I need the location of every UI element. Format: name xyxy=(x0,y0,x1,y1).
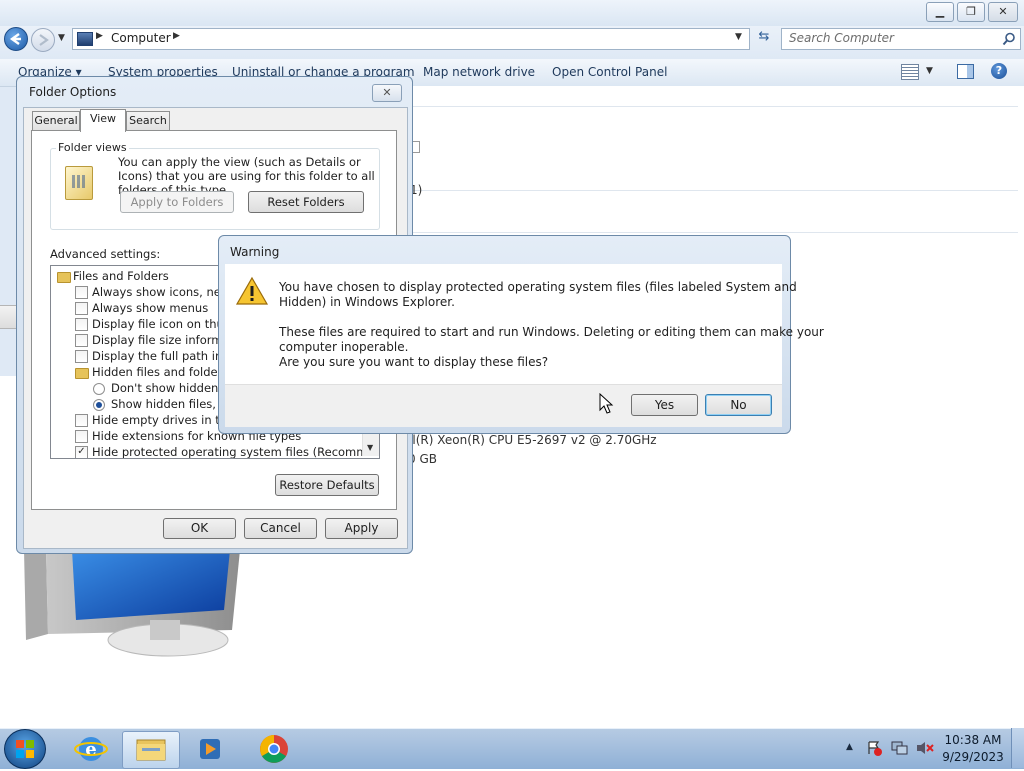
scroll-down-icon[interactable]: ▼ xyxy=(367,443,373,452)
warning-message-line: You have chosen to display protected ope… xyxy=(279,280,797,294)
warning-message-line: These files are required to start and ru… xyxy=(279,325,824,339)
checkbox-checked[interactable]: ✓ xyxy=(75,446,88,458)
clock-date[interactable]: 9/29/2023 xyxy=(938,750,1008,764)
tree-item-label: Always show menus xyxy=(92,301,209,315)
warning-message-line: computer inoperable. xyxy=(279,340,409,354)
forward-arrow-icon xyxy=(39,34,49,46)
partial-button xyxy=(0,305,17,329)
map-network-drive-button[interactable]: Map network drive xyxy=(423,65,535,79)
restore-icon: ❐ xyxy=(966,5,976,18)
action-center-icon[interactable] xyxy=(866,740,882,756)
warning-footer xyxy=(225,384,782,427)
search-placeholder: Search Computer xyxy=(789,31,894,45)
close-button[interactable]: ✕ xyxy=(988,2,1018,22)
recent-pages-dropdown[interactable]: ▼ xyxy=(58,33,65,43)
folder-icon xyxy=(75,368,89,379)
folder-views-icon xyxy=(65,166,93,200)
start-button[interactable] xyxy=(4,729,46,769)
radio-button-selected[interactable] xyxy=(93,399,105,411)
forward-button[interactable] xyxy=(31,28,55,52)
taskbar-media-player[interactable] xyxy=(182,731,238,767)
yes-button[interactable]: Yes xyxy=(631,394,698,416)
back-arrow-icon xyxy=(9,33,21,45)
clock-time[interactable]: 10:38 AM xyxy=(938,733,1008,747)
help-icon[interactable]: ? xyxy=(991,63,1007,79)
change-view-icon[interactable] xyxy=(901,64,919,80)
checkbox[interactable] xyxy=(75,350,88,363)
content-divider xyxy=(412,190,1018,191)
processor-info: el(R) Xeon(R) CPU E5-2697 v2 @ 2.70GHz xyxy=(405,433,657,447)
no-button[interactable]: No xyxy=(705,394,772,416)
volume-muted-icon[interactable] xyxy=(915,740,934,756)
minimize-icon: ▁ xyxy=(935,5,945,18)
content-divider xyxy=(412,106,1018,107)
view-options-dropdown-icon[interactable]: ▼ xyxy=(926,66,933,76)
minimize-button[interactable]: ▁ xyxy=(926,2,954,22)
chrome-icon xyxy=(260,735,288,763)
folder-options-close-button[interactable]: ✕ xyxy=(372,84,402,102)
checkbox[interactable] xyxy=(75,414,88,427)
tree-category-label: Hidden files and folders xyxy=(92,365,229,379)
apply-button[interactable]: Apply xyxy=(325,518,398,539)
close-icon: ✕ xyxy=(382,86,392,99)
windows-explorer-icon xyxy=(136,739,166,761)
reset-folders-button[interactable]: Reset Folders xyxy=(248,191,364,213)
apply-to-folders-button[interactable]: Apply to Folders xyxy=(120,191,234,213)
taskbar-chrome[interactable] xyxy=(246,731,302,767)
windows-logo-icon xyxy=(16,740,34,758)
mouse-cursor-icon xyxy=(599,393,614,414)
restore-defaults-button[interactable]: Restore Defaults xyxy=(275,474,379,496)
taskbar-internet-explorer[interactable]: e xyxy=(63,731,119,767)
tree-category-label: Files and Folders xyxy=(73,269,169,283)
explorer-title-bar xyxy=(0,0,1024,26)
address-dropdown-icon[interactable]: ▼ xyxy=(735,32,742,42)
tab-view[interactable]: View xyxy=(80,109,126,132)
warning-dialog: Warning You have chosen to display prote… xyxy=(218,235,824,434)
radio-button[interactable] xyxy=(93,383,105,395)
ok-button[interactable]: OK xyxy=(163,518,236,539)
search-box[interactable]: Search Computer xyxy=(781,28,1021,50)
tab-general[interactable]: General xyxy=(32,111,80,130)
back-button[interactable] xyxy=(4,27,28,51)
computer-graphic xyxy=(24,550,240,657)
search-icon[interactable] xyxy=(1002,32,1016,46)
breadcrumb-computer[interactable]: Computer xyxy=(111,31,171,45)
network-icon[interactable] xyxy=(891,740,908,756)
advanced-settings-label: Advanced settings: xyxy=(50,247,161,261)
warning-title: Warning xyxy=(230,245,280,259)
warning-question: Are you sure you want to display these f… xyxy=(279,355,549,369)
show-desktop-button[interactable] xyxy=(1011,728,1024,768)
internet-explorer-icon: e xyxy=(74,737,108,761)
content-divider xyxy=(412,232,1018,233)
folder-views-label: Folder views xyxy=(56,141,129,154)
breadcrumb-chevron-icon[interactable]: ▶ xyxy=(173,31,180,41)
folder-icon xyxy=(57,272,71,283)
address-bar[interactable]: ▶ Computer ▶ ▼ xyxy=(72,28,750,50)
preview-pane-icon[interactable] xyxy=(957,64,974,79)
refresh-icon: ⇆ xyxy=(758,29,770,44)
tab-search[interactable]: Search xyxy=(126,111,170,130)
checkbox[interactable] xyxy=(75,334,88,347)
tree-item-label: Hide protected operating system files (R… xyxy=(92,445,380,459)
folder-options-title: Folder Options xyxy=(29,85,117,99)
show-hidden-icons-button[interactable]: ▲ xyxy=(846,742,853,752)
computer-icon xyxy=(77,32,93,46)
checkbox[interactable] xyxy=(75,318,88,331)
refresh-button[interactable]: ⇆ xyxy=(754,29,774,49)
media-player-icon xyxy=(200,739,220,759)
maximize-button[interactable]: ❐ xyxy=(957,2,985,22)
open-control-panel-button[interactable]: Open Control Panel xyxy=(552,65,667,79)
cancel-button[interactable]: Cancel xyxy=(244,518,317,539)
breadcrumb-chevron-icon: ▶ xyxy=(96,31,103,41)
taskbar-windows-explorer[interactable] xyxy=(122,731,180,769)
warning-icon xyxy=(235,276,269,305)
checkbox[interactable] xyxy=(75,430,88,443)
checkbox[interactable] xyxy=(75,286,88,299)
close-icon: ✕ xyxy=(998,5,1008,18)
checkbox[interactable] xyxy=(75,302,88,315)
warning-message-line: Hidden) in Windows Explorer. xyxy=(279,295,455,309)
